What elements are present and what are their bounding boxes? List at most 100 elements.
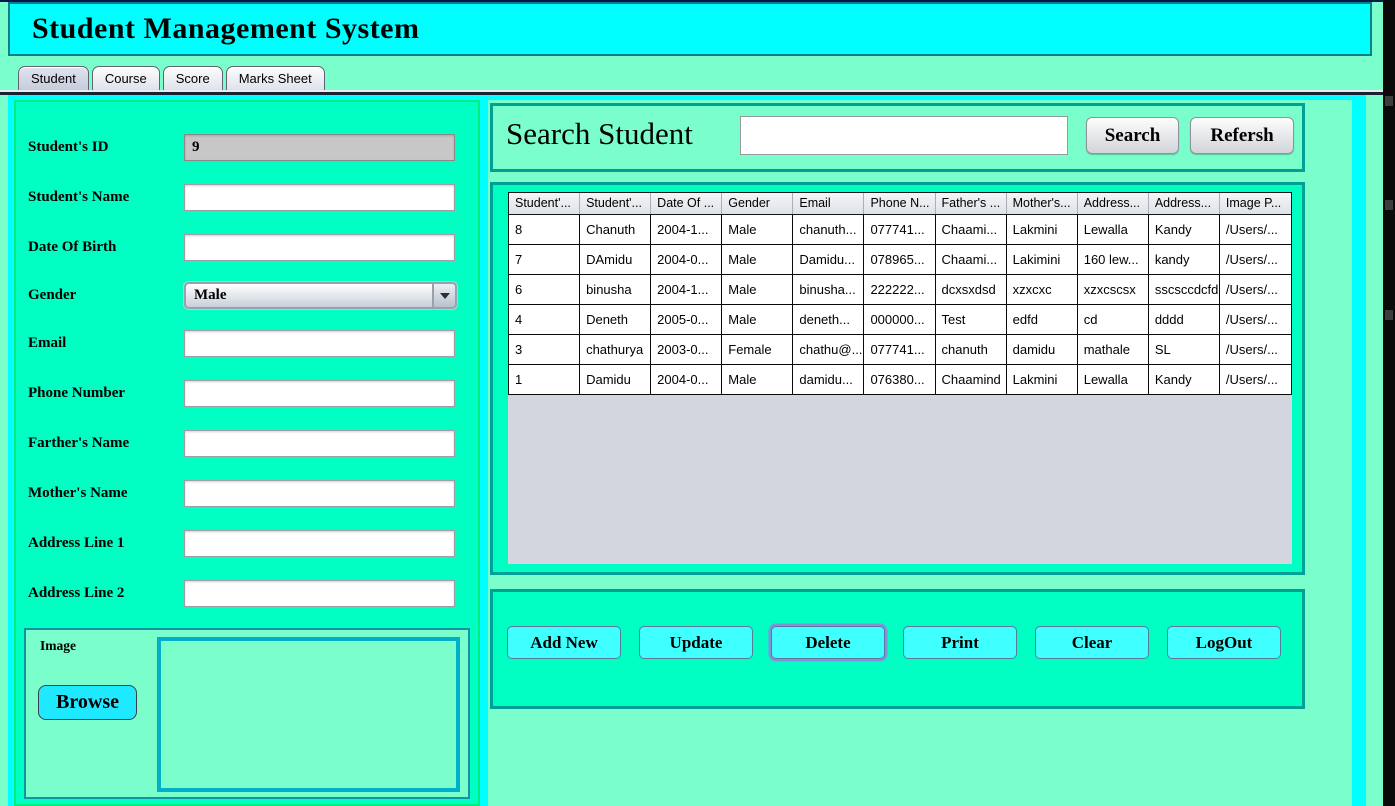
table-cell: 8 [509,215,580,244]
table-cell: mathale [1078,335,1149,364]
app-title: Student Management System [10,12,420,46]
table-cell: 2005-0... [651,305,722,334]
tab-student[interactable]: Student [18,66,89,90]
column-header[interactable]: Student'... [509,193,580,214]
table-cell: DAmidu [580,245,651,274]
table-cell: 2004-0... [651,245,722,274]
table-cell: damidu [1007,335,1078,364]
table-cell: /Users/... [1220,215,1291,244]
date-of-birth-row: Date Of Birth [16,234,478,261]
edge-notch [1385,200,1393,210]
table-cell: Male [722,245,793,274]
search-label: Search Student [506,116,693,152]
column-header[interactable]: Father's ... [936,193,1007,214]
table-cell: Chaamind [936,365,1007,394]
browse-button[interactable]: Browse [38,685,137,720]
table-cell: kandy [1149,245,1220,274]
column-header[interactable]: Mother's... [1007,193,1078,214]
tab-bar: StudentCourseScoreMarks Sheet [18,64,325,90]
logout-button[interactable]: LogOut [1167,626,1281,659]
table-cell: dcxsxdsd [936,275,1007,304]
table-cell: 2003-0... [651,335,722,364]
image-section: Image Browse [24,628,470,799]
table-row[interactable]: 4Deneth2005-0...Maledeneth...000000...Te… [509,305,1291,335]
column-header[interactable]: Address... [1078,193,1149,214]
table-body: 8Chanuth2004-1...Malechanuth...077741...… [509,215,1291,395]
address-line-1-row: Address Line 1 [16,530,478,557]
table-cell: 1 [509,365,580,394]
add-new-button[interactable]: Add New [507,626,621,659]
address-line-2-field[interactable] [184,580,455,607]
right-content-panel: Search Student Search Refersh Student'..… [488,100,1352,806]
column-header[interactable]: Date Of ... [651,193,722,214]
table-cell: Deneth [580,305,651,334]
column-header[interactable]: Gender [722,193,793,214]
student-form-panel: Student's IDStudent's NameDate Of BirthG… [14,100,480,806]
screen-right-edge [1383,0,1395,806]
phone-number-field[interactable] [184,380,455,407]
table-cell: Kandy [1149,215,1220,244]
refresh-button[interactable]: Refersh [1190,117,1294,154]
students-table-panel: Student'...Student'...Date Of ...GenderE… [490,182,1305,575]
gender-selected-value: Male [186,287,432,304]
date-of-birth-field[interactable] [184,234,455,261]
actions-panel: Add New Update Delete Print Clear LogOut [490,589,1305,709]
mothers-name-field[interactable] [184,480,455,507]
student-name-field[interactable] [184,184,455,211]
table-cell: dddd [1149,305,1220,334]
address-line-1-field[interactable] [184,530,455,557]
column-header[interactable]: Phone N... [864,193,935,214]
table-cell: Male [722,275,793,304]
gender-select[interactable]: Male [184,282,457,309]
table-cell: 078965... [864,245,935,274]
delete-button[interactable]: Delete [771,626,885,659]
student-id-field [184,134,455,161]
update-button[interactable]: Update [639,626,753,659]
table-cell: Lewalla [1078,215,1149,244]
table-row[interactable]: 6binusha2004-1...Malebinusha...222222...… [509,275,1291,305]
phone-number-row: Phone Number [16,380,478,407]
table-row[interactable]: 1Damidu2004-0...Maledamidu...076380...Ch… [509,365,1291,395]
search-panel: Search Student Search Refersh [490,103,1305,172]
table-cell: 077741... [864,215,935,244]
tab-score[interactable]: Score [163,66,223,90]
table-cell: 076380... [864,365,935,394]
address-line-1-label: Address Line 1 [28,530,178,557]
search-input[interactable] [740,116,1068,155]
table-cell: /Users/... [1220,365,1291,394]
column-header[interactable]: Image P... [1220,193,1291,214]
clear-button[interactable]: Clear [1035,626,1149,659]
table-row[interactable]: 7DAmidu2004-0...MaleDamidu...078965...Ch… [509,245,1291,275]
table-cell: /Users/... [1220,245,1291,274]
table-cell: Chaami... [936,215,1007,244]
dropdown-arrow-icon[interactable] [432,284,455,307]
tab-course[interactable]: Course [92,66,160,90]
student-id-row: Student's ID [16,134,478,161]
column-header[interactable]: Address... [1149,193,1220,214]
print-button[interactable]: Print [903,626,1017,659]
column-header[interactable]: Email [793,193,864,214]
gender-row: GenderMale [16,282,478,309]
table-cell: /Users/... [1220,305,1291,334]
students-table-viewport[interactable]: Student'...Student'...Date Of ...GenderE… [508,192,1292,564]
table-cell: Male [722,305,793,334]
tab-marks-sheet[interactable]: Marks Sheet [226,66,325,90]
fathers-name-label: Farther's Name [28,430,178,457]
title-bar: Student Management System [8,2,1372,56]
table-cell: Male [722,215,793,244]
table-row[interactable]: 3chathurya2003-0...Femalechathu@...07774… [509,335,1291,365]
table-cell: chanuth [936,335,1007,364]
edge-notch [1385,96,1393,106]
table-cell: Lakimini [1007,245,1078,274]
table-cell: binusha... [793,275,864,304]
table-cell: Lakmini [1007,365,1078,394]
table-cell: chanuth... [793,215,864,244]
table-row[interactable]: 8Chanuth2004-1...Malechanuth...077741...… [509,215,1291,245]
search-button[interactable]: Search [1086,117,1179,154]
fathers-name-field[interactable] [184,430,455,457]
edge-notch [1385,310,1393,320]
mothers-name-row: Mother's Name [16,480,478,507]
email-field[interactable] [184,330,455,357]
table-cell: deneth... [793,305,864,334]
column-header[interactable]: Student'... [580,193,651,214]
